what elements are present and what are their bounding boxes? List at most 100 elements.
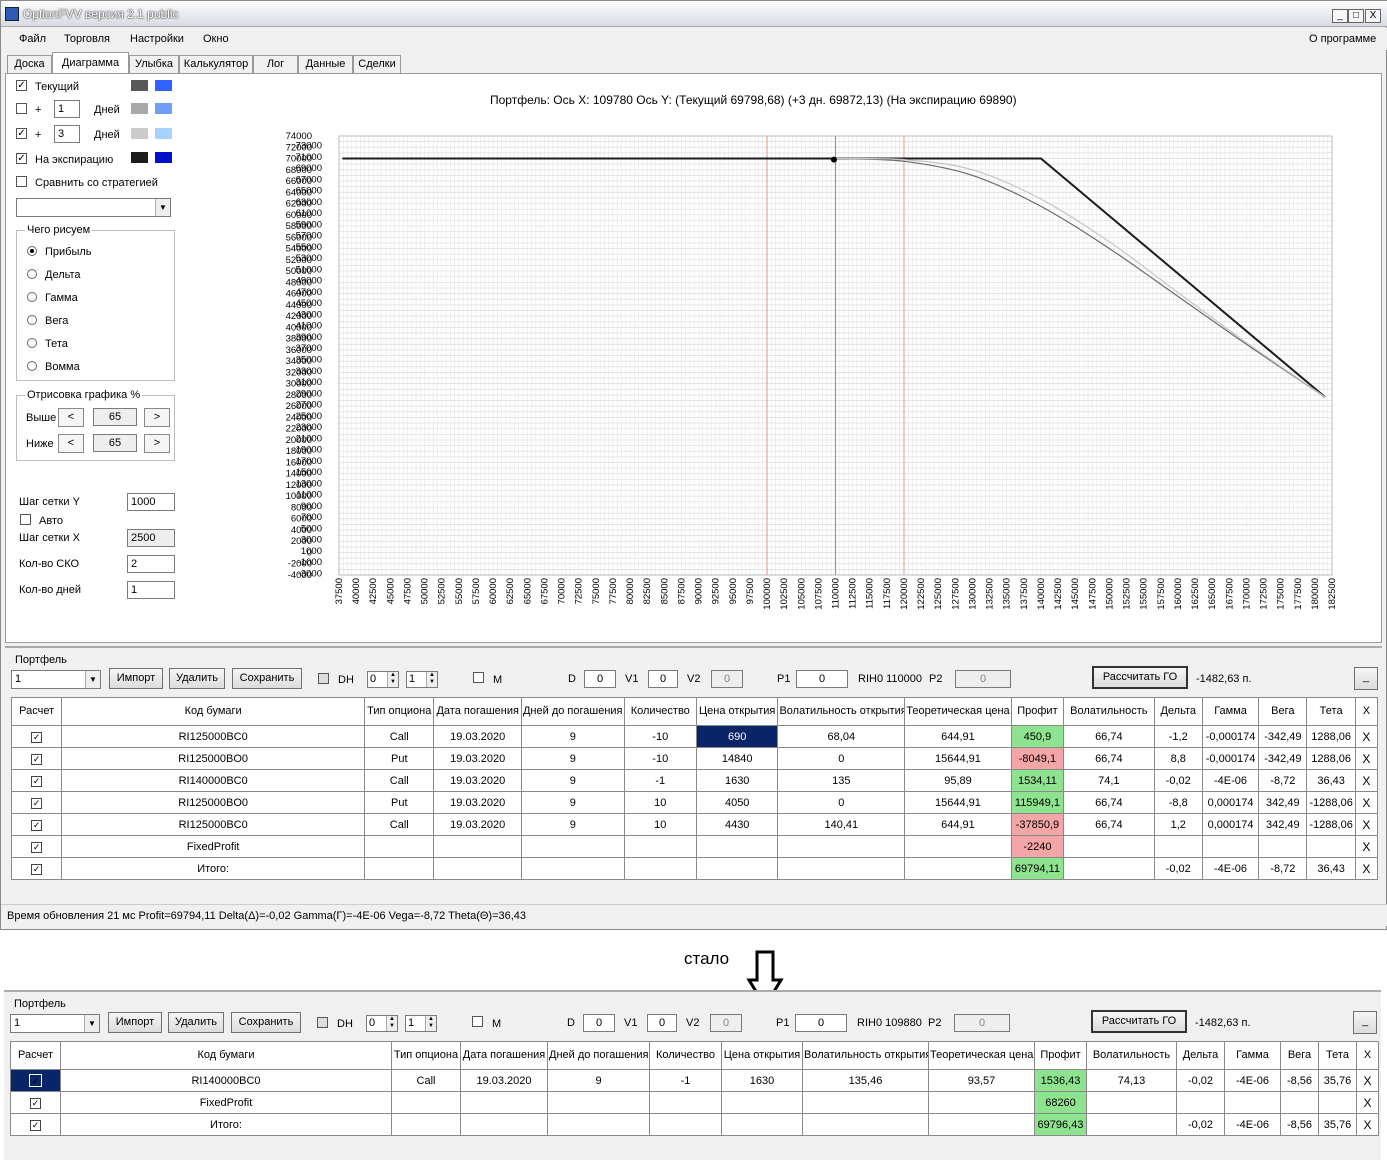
column-header[interactable]: Тета bbox=[1306, 697, 1356, 726]
table-cell[interactable]: 14840 bbox=[695, 747, 779, 770]
menu-window[interactable]: Окно bbox=[203, 33, 229, 45]
collapse-button[interactable]: _ bbox=[1353, 1011, 1377, 1034]
maximize-button[interactable]: □ bbox=[1348, 9, 1364, 23]
delete-row-icon[interactable]: X bbox=[1363, 1074, 1371, 1088]
delete-row-icon[interactable]: X bbox=[1363, 1118, 1371, 1132]
table-row[interactable]: ✓ FixedProfit 68260 X bbox=[10, 1091, 1379, 1114]
table-cell[interactable]: -8,56 bbox=[1280, 1113, 1319, 1136]
table-cell[interactable]: 10 bbox=[623, 791, 697, 814]
table-cell[interactable] bbox=[364, 835, 435, 858]
tab-smile[interactable]: Улыбка bbox=[129, 55, 179, 74]
table-cell[interactable] bbox=[623, 857, 697, 880]
table-cell[interactable]: 69794,11 bbox=[1010, 857, 1065, 880]
table-cell[interactable]: 69796,43 bbox=[1034, 1113, 1087, 1136]
table-cell[interactable]: RI125000BO0 bbox=[61, 747, 366, 770]
table-cell[interactable]: 342,49 bbox=[1258, 791, 1308, 814]
table-cell[interactable]: Call bbox=[391, 1069, 461, 1092]
table-cell[interactable]: 115949,1 bbox=[1010, 791, 1065, 814]
table-cell[interactable]: -0,02 bbox=[1153, 769, 1203, 792]
tab-calculator[interactable]: Калькулятор bbox=[179, 55, 253, 74]
table-row[interactable]: ✓ RI125000BO0 Put 19.03.2020 9 10 4050 0 15644,9… bbox=[10, 791, 1379, 814]
table-cell[interactable]: Итого: bbox=[60, 1113, 392, 1136]
table-cell[interactable] bbox=[928, 1091, 1035, 1114]
table-cell[interactable]: -0,000174 bbox=[1201, 747, 1260, 770]
table-cell[interactable]: -4E-06 bbox=[1201, 769, 1260, 792]
table-cell[interactable]: 644,91 bbox=[904, 813, 1012, 836]
table-cell[interactable]: 450,9 bbox=[1010, 725, 1065, 748]
column-header[interactable]: Тета bbox=[1318, 1041, 1357, 1070]
table-cell[interactable]: 36,43 bbox=[1306, 769, 1356, 792]
calc-checkbox-cell[interactable]: ✓ bbox=[10, 1113, 61, 1136]
calc-checkbox-cell[interactable]: ✓ bbox=[10, 725, 63, 748]
table-cell[interactable] bbox=[1086, 1091, 1177, 1114]
calc-checkbox[interactable]: ✓ bbox=[31, 841, 43, 853]
table-cell[interactable] bbox=[802, 1113, 929, 1136]
table-cell[interactable]: 140,41 bbox=[777, 813, 906, 836]
table-cell[interactable]: Put bbox=[364, 791, 435, 814]
table-cell[interactable]: 15644,91 bbox=[904, 791, 1012, 814]
table-cell[interactable]: 1288,06 bbox=[1306, 725, 1356, 748]
menu-about[interactable]: О программе bbox=[1309, 33, 1376, 45]
table-cell[interactable]: 1,2 bbox=[1153, 813, 1203, 836]
delete-row-icon[interactable]: X bbox=[1363, 1096, 1371, 1110]
v1-input[interactable]: 0 bbox=[648, 670, 678, 688]
calc-checkbox[interactable]: ✓ bbox=[31, 797, 43, 809]
table-row[interactable]: ✓ RI125000BO0 Put 19.03.2020 9 -10 14840 0 15644… bbox=[10, 747, 1379, 770]
table-cell[interactable]: 0 bbox=[777, 791, 906, 814]
table-cell[interactable]: 0,000174 bbox=[1201, 791, 1260, 814]
table-cell[interactable]: 4050 bbox=[695, 791, 779, 814]
delete-row-cell[interactable]: X bbox=[1356, 1113, 1379, 1136]
table-cell[interactable] bbox=[433, 835, 522, 858]
delete-row-icon[interactable]: X bbox=[1362, 752, 1370, 766]
calc-margin-button[interactable]: Рассчитать ГО bbox=[1092, 666, 1188, 689]
minimize-button[interactable]: _ bbox=[1332, 9, 1348, 23]
table-cell[interactable]: -342,49 bbox=[1258, 747, 1308, 770]
table-cell[interactable]: -0,02 bbox=[1153, 857, 1203, 880]
column-header[interactable]: Гамма bbox=[1224, 1041, 1281, 1070]
table-cell[interactable]: RI125000BC0 bbox=[61, 725, 366, 748]
table-cell[interactable]: 4430 bbox=[695, 813, 779, 836]
delete-row-icon[interactable]: X bbox=[1362, 862, 1370, 876]
column-header[interactable]: Гамма bbox=[1201, 697, 1260, 726]
table-cell[interactable]: FixedProfit bbox=[60, 1091, 392, 1114]
calc-checkbox-cell[interactable]: ✓ bbox=[10, 747, 63, 770]
delete-row-cell[interactable]: X bbox=[1354, 791, 1379, 814]
table-cell[interactable]: -1288,06 bbox=[1306, 813, 1356, 836]
column-header[interactable]: Вега bbox=[1258, 697, 1308, 726]
import-button[interactable]: Импорт bbox=[109, 668, 163, 689]
table-cell[interactable] bbox=[1258, 835, 1308, 858]
table-cell[interactable]: 19.03.2020 bbox=[433, 813, 522, 836]
table-cell[interactable]: 0,000174 bbox=[1201, 813, 1260, 836]
table-cell[interactable]: -4E-06 bbox=[1224, 1069, 1281, 1092]
column-header[interactable]: Тип опциона bbox=[364, 697, 435, 726]
delete-row-icon[interactable]: X bbox=[1362, 730, 1370, 744]
table-cell[interactable]: 690 bbox=[695, 725, 779, 748]
calc-checkbox[interactable]: ✓ bbox=[30, 1119, 41, 1131]
payoff-chart[interactable]: 7400072000700006800066000640006200060000… bbox=[6, 74, 1383, 644]
table-cell[interactable]: -2240 bbox=[1010, 835, 1065, 858]
d-input[interactable]: 0 bbox=[584, 670, 616, 688]
table-cell[interactable] bbox=[1318, 1091, 1357, 1114]
table-cell[interactable] bbox=[1153, 835, 1203, 858]
table-cell[interactable] bbox=[460, 1091, 548, 1114]
portfolio-select[interactable]: 1 ▼ bbox=[11, 670, 101, 689]
table-cell[interactable] bbox=[1280, 1091, 1319, 1114]
table-cell[interactable]: 35,76 bbox=[1318, 1113, 1357, 1136]
table-cell[interactable]: 10 bbox=[623, 813, 697, 836]
calc-checkbox-cell[interactable]: ✓ bbox=[10, 1069, 61, 1092]
table-cell[interactable]: -8,8 bbox=[1153, 791, 1203, 814]
table-cell[interactable]: 68260 bbox=[1034, 1091, 1087, 1114]
table-cell[interactable]: -8,72 bbox=[1258, 857, 1308, 880]
delete-row-cell[interactable]: X bbox=[1354, 725, 1379, 748]
calc-margin-button[interactable]: Рассчитать ГО bbox=[1091, 1010, 1187, 1033]
menu-settings[interactable]: Настройки bbox=[130, 33, 184, 45]
table-cell[interactable] bbox=[649, 1091, 722, 1114]
close-button[interactable]: X bbox=[1365, 9, 1381, 23]
table-cell[interactable]: -4E-06 bbox=[1201, 857, 1260, 880]
delete-button[interactable]: Удалить bbox=[169, 668, 225, 689]
import-button[interactable]: Импорт bbox=[108, 1012, 162, 1033]
table-cell[interactable] bbox=[623, 835, 697, 858]
delete-row-cell[interactable]: X bbox=[1354, 813, 1379, 836]
table-cell[interactable]: 19.03.2020 bbox=[433, 725, 522, 748]
calc-checkbox-cell[interactable]: ✓ bbox=[10, 857, 63, 880]
